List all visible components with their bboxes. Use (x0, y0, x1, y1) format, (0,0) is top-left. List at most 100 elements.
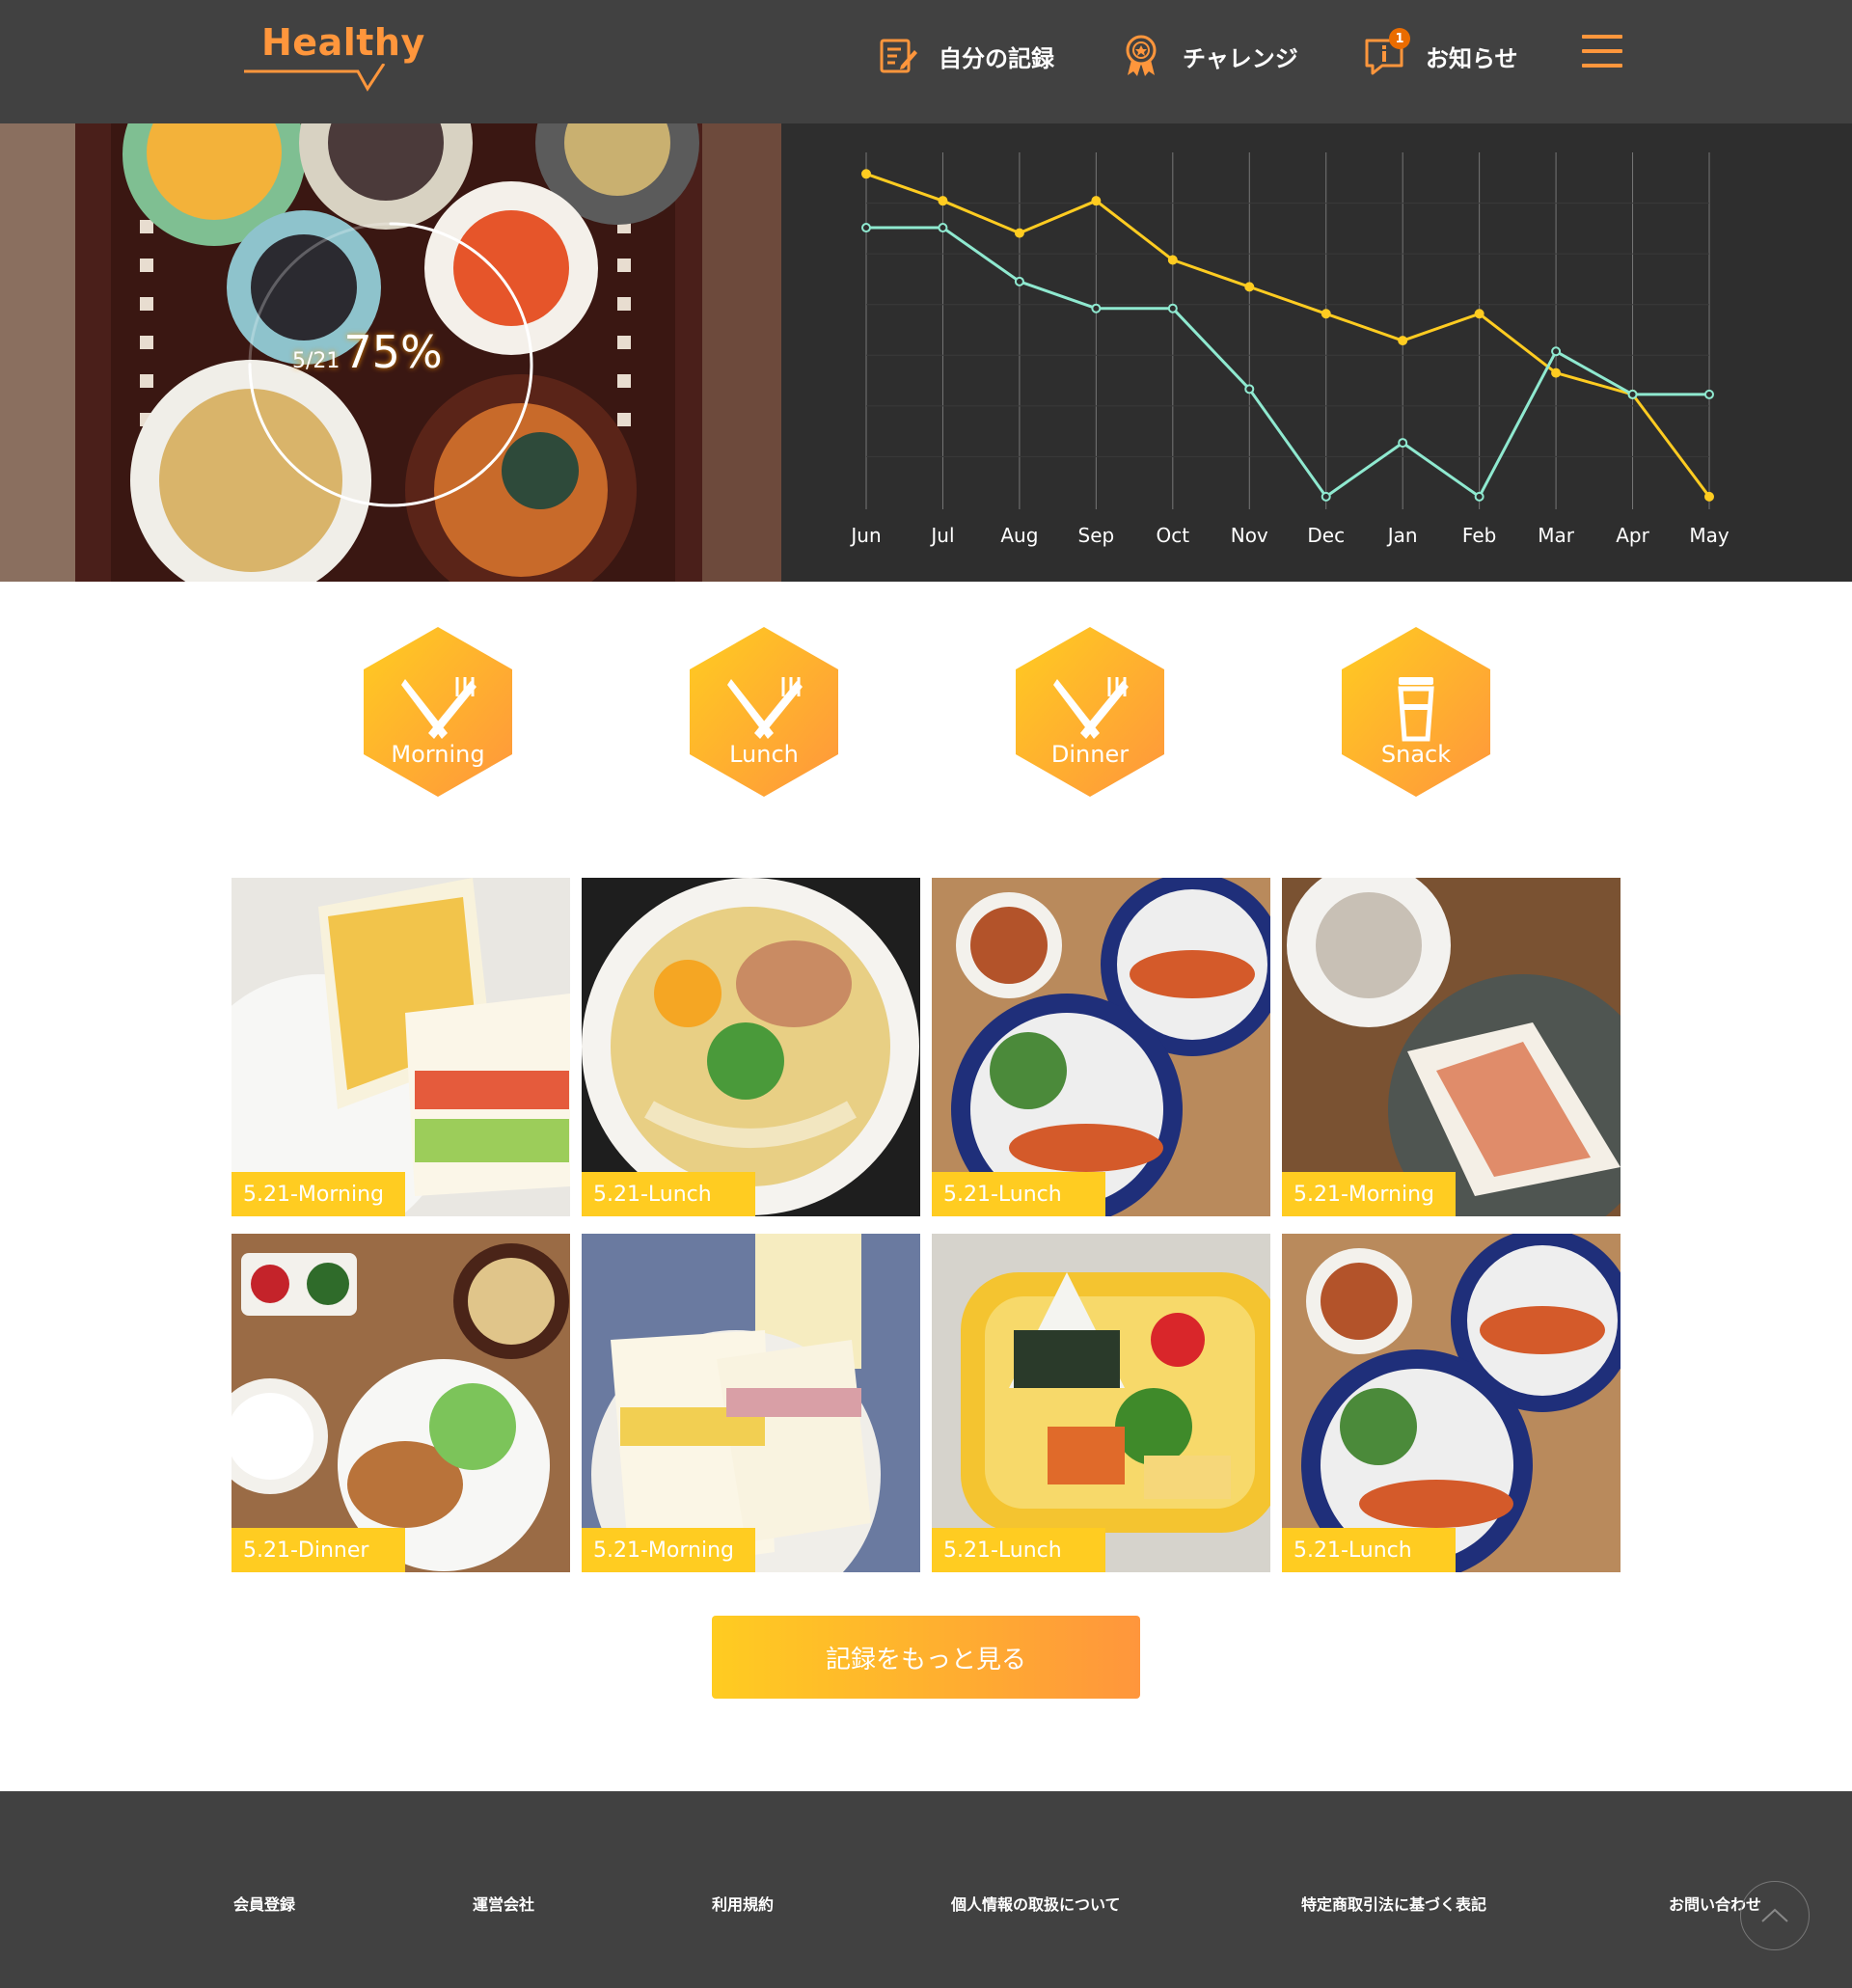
show-more-records-button[interactable]: 記録をもっと見る (712, 1616, 1140, 1699)
data-point (1704, 491, 1714, 502)
data-point (1398, 336, 1408, 346)
x-tick-label: Nov (1231, 524, 1268, 547)
meal-photo (232, 878, 570, 1216)
notification-badge: 1 (1389, 28, 1410, 49)
footer-link-commercial-law[interactable]: 特定商取引法に基づく表記 (1301, 1892, 1486, 1915)
meal-card[interactable]: 5.21-Lunch (582, 878, 920, 1216)
data-point (1014, 276, 1024, 286)
data-point (861, 169, 871, 179)
achievement-ring: 5/21 75% (246, 220, 535, 509)
meal-photo (1282, 1234, 1620, 1572)
achievement-percent: 75% (343, 326, 443, 378)
meal-photo (932, 1234, 1270, 1572)
data-point (861, 223, 871, 233)
site-header: Healthy 自分の記録 チャレンジ 1 お知らせ (0, 0, 1852, 123)
category-snack[interactable]: Snack (1342, 627, 1490, 797)
logo[interactable]: Healthy (244, 21, 424, 92)
meal-label: 5.21-Morning (582, 1528, 755, 1572)
x-tick-label: Jan (1386, 524, 1418, 547)
footer-link-privacy[interactable]: 個人情報の取扱について (951, 1892, 1121, 1915)
data-point (1704, 389, 1714, 399)
info-icon: 1 (1360, 28, 1410, 80)
category-morning[interactable]: Morning (364, 627, 512, 797)
data-point (1551, 368, 1562, 378)
meal-card[interactable]: 5.21-Lunch (932, 878, 1270, 1216)
x-tick-label: May (1689, 524, 1729, 547)
data-point (1474, 491, 1484, 502)
meal-label: 5.21-Morning (232, 1172, 405, 1216)
nav-my-record-label: 自分の記録 (939, 44, 1054, 72)
meal-photo (232, 1234, 570, 1572)
nav-challenge-label: チャレンジ (1183, 44, 1298, 72)
category-lunch[interactable]: Lunch (690, 627, 838, 797)
category-label: Lunch (729, 741, 799, 768)
knife-fork-icon (1053, 677, 1129, 739)
data-point (938, 196, 948, 206)
footer-link-register[interactable]: 会員登録 (233, 1892, 295, 1915)
logo-underline-icon (244, 64, 386, 92)
x-tick-label: Aug (1000, 524, 1038, 547)
x-tick-label: Dec (1307, 524, 1345, 547)
x-tick-label: Feb (1462, 524, 1496, 547)
x-tick-label: Sep (1078, 524, 1115, 547)
hero-meal-photo: 5/21 75% (0, 123, 781, 582)
knife-fork-icon (401, 677, 477, 739)
nav-news-label: お知らせ (1426, 44, 1518, 72)
meal-card[interactable]: 5.21-Lunch (1282, 1234, 1620, 1572)
site-footer: 会員登録 運営会社 利用規約 個人情報の取扱について 特定商取引法に基づく表記 … (0, 1791, 1852, 1988)
data-point (1627, 389, 1638, 399)
chevron-up-icon (1761, 1908, 1788, 1922)
medal-icon (1117, 32, 1165, 80)
meal-photo (582, 878, 920, 1216)
nav-news[interactable]: 1 お知らせ (1360, 28, 1518, 83)
data-point (1551, 346, 1562, 357)
meal-label: 5.21-Morning (1282, 1172, 1456, 1216)
memo-icon (873, 32, 921, 80)
meal-label: 5.21-Lunch (932, 1528, 1105, 1572)
x-tick-label: Jul (929, 524, 954, 547)
x-tick-label: Jun (849, 524, 881, 547)
cup-icon (1398, 677, 1434, 742)
data-point (1091, 303, 1102, 313)
meal-label: 5.21-Dinner (232, 1528, 405, 1572)
scroll-to-top-button[interactable] (1740, 1881, 1810, 1950)
logo-text: Healthy (261, 21, 425, 64)
hero-section: 5/21 75% Jun Jul Aug Sep Oct Nov Dec Jan Feb Mar A… (0, 123, 1852, 582)
x-tick-label: Apr (1616, 524, 1649, 547)
nav-challenge[interactable]: チャレンジ (1117, 29, 1298, 83)
meal-card[interactable]: 5.21-Dinner (232, 1234, 570, 1572)
data-point (1167, 303, 1178, 313)
category-label: Dinner (1050, 741, 1130, 768)
body-record-chart: Jun Jul Aug Sep Oct Nov Dec Jan Feb Mar Apr May (781, 123, 1852, 582)
line-chart: Jun Jul Aug Sep Oct Nov Dec Jan Feb Mar Apr May (849, 152, 1729, 547)
meal-card[interactable]: 5.21-Morning (582, 1234, 920, 1572)
meal-card[interactable]: 5.21-Morning (232, 878, 570, 1216)
achievement-label: 5/21 75% (292, 326, 443, 378)
category-label: Morning (391, 741, 485, 768)
footer-link-company[interactable]: 運営会社 (473, 1892, 534, 1915)
data-point (1321, 491, 1331, 502)
hamburger-menu-icon[interactable] (1582, 35, 1622, 68)
data-point (1091, 196, 1102, 206)
meal-label: 5.21-Lunch (1282, 1528, 1456, 1572)
data-point (1244, 282, 1255, 292)
knife-fork-icon (727, 677, 803, 739)
meal-card[interactable]: 5.21-Lunch (932, 1234, 1270, 1572)
series-line-1 (865, 172, 1711, 498)
x-tick-label: Mar (1538, 524, 1575, 547)
meal-photo (932, 878, 1270, 1216)
data-point (1321, 309, 1331, 319)
achievement-date: 5/21 (292, 349, 340, 373)
nav-my-record[interactable]: 自分の記録 (873, 29, 1054, 83)
meal-photo (1282, 878, 1620, 1216)
data-point (1014, 228, 1024, 238)
data-point (1474, 309, 1484, 319)
data-point (938, 223, 948, 233)
data-point (1244, 384, 1255, 395)
footer-link-terms[interactable]: 利用規約 (712, 1892, 774, 1915)
meal-photo (582, 1234, 920, 1572)
x-tick-label: Oct (1157, 524, 1190, 547)
meal-card[interactable]: 5.21-Morning (1282, 878, 1620, 1216)
category-dinner[interactable]: Dinner (1016, 627, 1164, 797)
data-point (1167, 255, 1178, 265)
